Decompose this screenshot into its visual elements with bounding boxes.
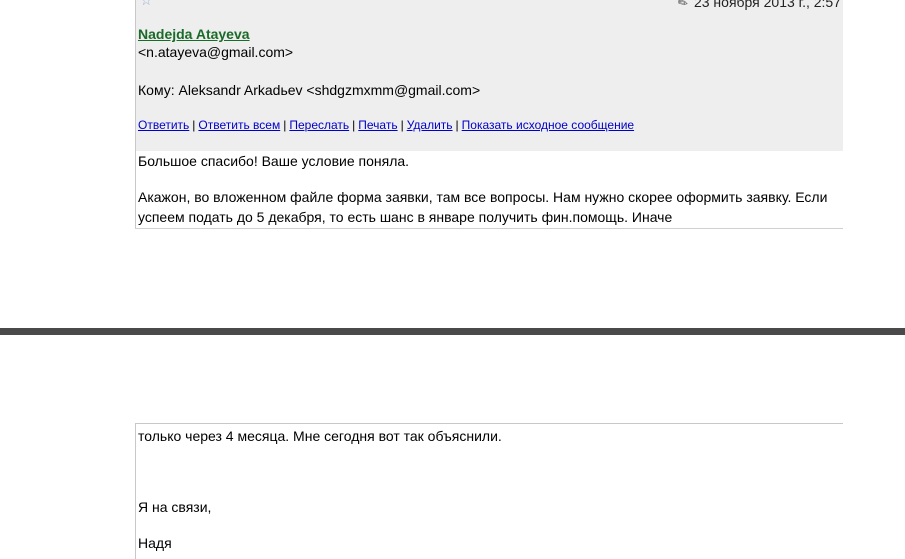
reply-link[interactable]: Ответить — [138, 118, 189, 132]
show-original-link[interactable]: Показать исходное сообщение — [462, 118, 634, 132]
page-divider — [0, 328, 905, 335]
email-body-line: Большое спасибо! Ваше условие поняла. — [138, 153, 410, 169]
sender-name[interactable]: Nadejda Atayeva — [138, 26, 250, 42]
separator: | — [283, 118, 287, 132]
email-signature: Надя — [138, 535, 172, 551]
recipient-line: Кому: Aleksandr Arkadьev <shdgzmxmm@gmai… — [138, 82, 481, 98]
separator: | — [192, 118, 196, 132]
separator: | — [455, 118, 459, 132]
email-body-line: только через 4 месяца. Мне сегодня вот т… — [138, 428, 502, 444]
email-date: ✎ 23 ноября 2013 г., 2:57 — [675, 0, 841, 12]
separator: | — [352, 118, 356, 132]
print-link[interactable]: Печать — [358, 118, 397, 132]
separator: | — [400, 118, 404, 132]
star-icon[interactable]: ☆ — [140, 0, 153, 7]
email-header: ☆ ✎ 23 ноября 2013 г., 2:57 Nadejda Ataye… — [136, 0, 843, 151]
forward-link[interactable]: Переслать — [289, 118, 349, 132]
date-text: 23 ноября 2013 г., 2:57 — [693, 0, 841, 10]
email-message-continuation: только через 4 месяца. Мне сегодня вот т… — [135, 423, 843, 559]
email-body-paragraph: Акажон, во вложенном файле форма заявки,… — [138, 189, 828, 225]
pencil-icon: ✎ — [675, 0, 691, 12]
sender-email: <n.atayeva@gmail.com> — [138, 44, 294, 60]
email-body-line: Я на связи, — [138, 499, 212, 515]
email-message-panel: ☆ ✎ 23 ноября 2013 г., 2:57 Nadejda Ataye… — [135, 0, 843, 229]
delete-link[interactable]: Удалить — [407, 118, 453, 132]
email-actions: Ответить | Ответить всем | Переслать | Печать |… — [138, 118, 634, 132]
reply-all-link[interactable]: Ответить всем — [198, 118, 280, 132]
